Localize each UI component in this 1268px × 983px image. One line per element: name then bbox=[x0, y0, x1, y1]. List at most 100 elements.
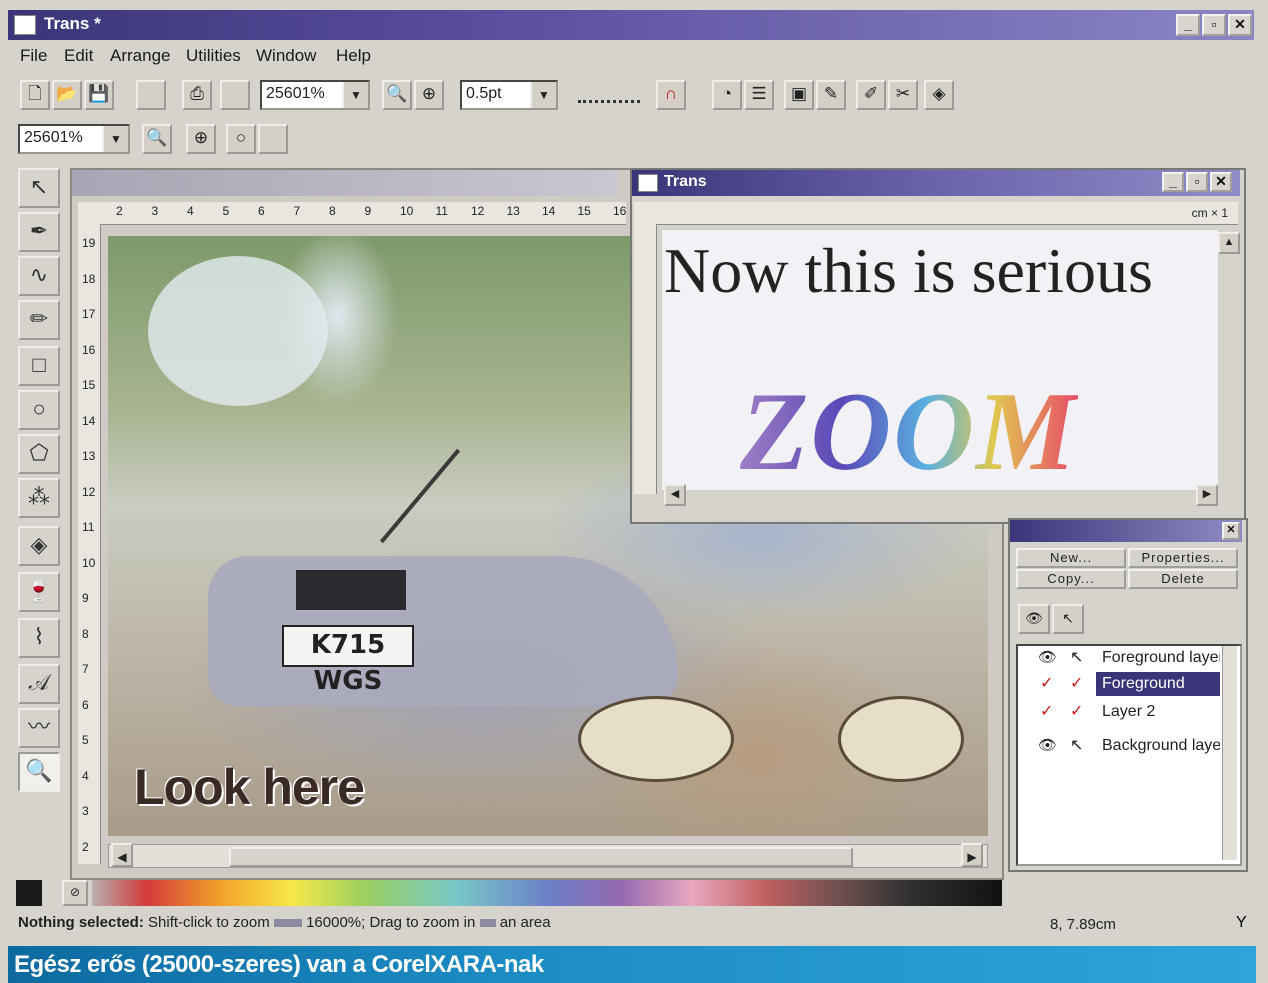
tool-icon-g[interactable]: ◈ bbox=[924, 80, 954, 110]
menu-edit[interactable]: Edit bbox=[64, 46, 93, 66]
ruler-tick-label: 4 bbox=[82, 768, 89, 783]
menu-utilities[interactable]: Utilities bbox=[186, 46, 241, 66]
blank-button[interactable] bbox=[136, 80, 166, 110]
freehand-icon[interactable]: ✒ bbox=[18, 212, 60, 252]
blank-button-2[interactable] bbox=[220, 80, 250, 110]
mould-icon[interactable]: ⌇ bbox=[18, 618, 60, 658]
tool-icon-f[interactable]: ✂ bbox=[888, 80, 918, 110]
scroll-thumb[interactable] bbox=[229, 847, 853, 867]
scroll-left-icon[interactable]: ◀ bbox=[664, 484, 686, 506]
zoom-combo[interactable]: 25601% ▼ bbox=[260, 80, 370, 110]
maximize-button[interactable]: ▫ bbox=[1202, 14, 1226, 36]
zoom-value-2: 25601% bbox=[24, 129, 83, 146]
zoom-icon[interactable]: 🔍 bbox=[18, 752, 60, 792]
undo-arc-icon[interactable]: ∩ bbox=[656, 80, 686, 110]
no-color-icon[interactable]: ⊘ bbox=[62, 880, 88, 906]
layer-properties-button[interactable]: Properties... bbox=[1128, 548, 1238, 568]
checkmark-icon[interactable]: ✓ bbox=[1070, 672, 1083, 696]
look-here-text[interactable]: Look here bbox=[134, 758, 365, 816]
tool-icon-d[interactable]: ✎ bbox=[816, 80, 846, 110]
layer-delete-button[interactable]: Delete bbox=[1128, 569, 1238, 589]
menu-bar: File Edit Arrange Utilities Window Help bbox=[8, 40, 1254, 70]
app-icon[interactable] bbox=[14, 15, 36, 35]
chevron-down-icon[interactable]: ▼ bbox=[102, 126, 128, 152]
ruler-tick-label: 11 bbox=[82, 520, 95, 534]
checkmark-icon[interactable]: ✓ bbox=[1040, 700, 1053, 724]
menu-window[interactable]: Window bbox=[256, 46, 316, 66]
checkmark-icon[interactable]: ✓ bbox=[1070, 700, 1083, 724]
ruler-tick-label: 6 bbox=[258, 204, 265, 218]
zoom-previous-icon[interactable]: ○ bbox=[226, 124, 256, 154]
close-icon[interactable]: ✕ bbox=[1222, 522, 1240, 540]
status-blur-1 bbox=[273, 919, 302, 928]
rectangle-icon[interactable]: □ bbox=[18, 346, 60, 386]
scroll-right-icon[interactable]: ▶ bbox=[961, 843, 983, 867]
minimize-button[interactable]: _ bbox=[1162, 172, 1184, 192]
current-color-swatch[interactable] bbox=[16, 880, 42, 906]
tool-icon-e[interactable]: ✐ bbox=[856, 80, 886, 110]
scroll-left-icon[interactable]: ◀ bbox=[111, 843, 133, 867]
selectable-arrow-icon[interactable]: ↖ bbox=[1070, 734, 1083, 758]
close-button[interactable]: ✕ bbox=[1228, 14, 1252, 36]
transparency-icon[interactable]: 🍷 bbox=[18, 572, 60, 612]
close-button[interactable]: ✕ bbox=[1210, 172, 1232, 192]
scroll-up-icon[interactable]: ▲ bbox=[1218, 232, 1240, 254]
selector-icon[interactable]: ↖ bbox=[18, 168, 60, 208]
layer-row[interactable]: 👁 ↖ Background layer bbox=[1020, 734, 1220, 758]
save-icon[interactable]: 💾 bbox=[84, 80, 114, 110]
ruler-tick-label: 3 bbox=[151, 204, 159, 218]
checkmark-icon[interactable]: ✓ bbox=[1040, 672, 1053, 696]
zoom-combo-2[interactable]: 25601% ▼ bbox=[18, 124, 130, 154]
visible-eye-icon[interactable]: 👁 bbox=[1018, 604, 1050, 634]
tool-icon-b[interactable]: ☰ bbox=[744, 80, 774, 110]
minimize-button[interactable]: _ bbox=[1176, 14, 1200, 36]
visible-eye-icon[interactable]: 👁 bbox=[1038, 646, 1057, 670]
status-bar: Nothing selected: Shift-click to zoom 16… bbox=[18, 914, 551, 931]
bezier-icon[interactable]: ∿ bbox=[18, 256, 60, 296]
zoom-word-text[interactable]: ZOOM bbox=[740, 368, 1078, 497]
menu-help[interactable]: Help bbox=[336, 46, 371, 66]
tool-icon-a[interactable]: ◔ bbox=[712, 80, 742, 110]
blank-button-3[interactable] bbox=[258, 124, 288, 154]
app-icon[interactable] bbox=[638, 174, 658, 192]
pressure-icon[interactable]: 〰 bbox=[18, 708, 60, 748]
layer-new-button[interactable]: New... bbox=[1016, 548, 1126, 568]
scroll-right-icon[interactable]: ▶ bbox=[1196, 484, 1218, 506]
pen-icon[interactable]: ✏ bbox=[18, 300, 60, 340]
color-palette[interactable] bbox=[92, 880, 1002, 906]
layer-scrollbar[interactable] bbox=[1222, 646, 1237, 860]
maximize-button[interactable]: ▫ bbox=[1186, 172, 1208, 192]
visible-eye-icon[interactable]: 👁 bbox=[1038, 734, 1057, 758]
polygon-icon[interactable]: ⬠ bbox=[18, 434, 60, 474]
selectable-arrow-icon[interactable]: ↖ bbox=[1052, 604, 1084, 634]
line-width-combo[interactable]: 0.5pt ▼ bbox=[460, 80, 558, 110]
menu-file[interactable]: File bbox=[20, 46, 47, 66]
zoom-tool-icon[interactable]: 🔍 bbox=[382, 80, 412, 110]
zoom-window-left-ruler bbox=[634, 224, 657, 494]
wineglass-icon: Y bbox=[1236, 914, 1247, 931]
chevron-down-icon[interactable]: ▼ bbox=[342, 82, 368, 108]
layer-row-selected[interactable]: ✓ ✓ Foreground bbox=[1020, 672, 1220, 696]
coordinates: 8, 7.89cm bbox=[1050, 916, 1116, 933]
layer-row[interactable]: ✓ ✓ Layer 2 bbox=[1020, 700, 1220, 724]
selectable-arrow-icon[interactable]: ↖ bbox=[1070, 646, 1083, 670]
zoom-drawing-icon[interactable]: ⊕ bbox=[414, 80, 444, 110]
tool-icon-c[interactable]: ▣ bbox=[784, 80, 814, 110]
headline-text[interactable]: Now this is serious bbox=[664, 234, 1216, 308]
text-icon[interactable]: 𝒜 bbox=[18, 664, 60, 704]
print-icon[interactable]: ⎙ bbox=[182, 80, 212, 110]
menu-arrange[interactable]: Arrange bbox=[110, 46, 170, 66]
layer-row[interactable]: 👁 ↖ Foreground layer bbox=[1020, 646, 1220, 670]
chevron-down-icon[interactable]: ▼ bbox=[530, 82, 556, 108]
new-icon[interactable]: 🗋 bbox=[20, 80, 50, 110]
fill-icon[interactable]: ◈ bbox=[18, 526, 60, 566]
blend-icon[interactable]: ⁂ bbox=[18, 478, 60, 518]
ellipse-icon[interactable]: ○ bbox=[18, 390, 60, 430]
horizontal-scrollbar[interactable]: ◀ ▶ bbox=[108, 843, 988, 868]
zoom-selected-icon[interactable]: 🔍 bbox=[142, 124, 172, 154]
ruler-tick-label: 8 bbox=[82, 626, 89, 641]
zoom-all-icon[interactable]: ⊕ bbox=[186, 124, 216, 154]
layer-copy-button[interactable]: Copy... bbox=[1016, 569, 1126, 589]
open-icon[interactable]: 📂 bbox=[52, 80, 82, 110]
line-style-icon[interactable] bbox=[578, 86, 640, 103]
